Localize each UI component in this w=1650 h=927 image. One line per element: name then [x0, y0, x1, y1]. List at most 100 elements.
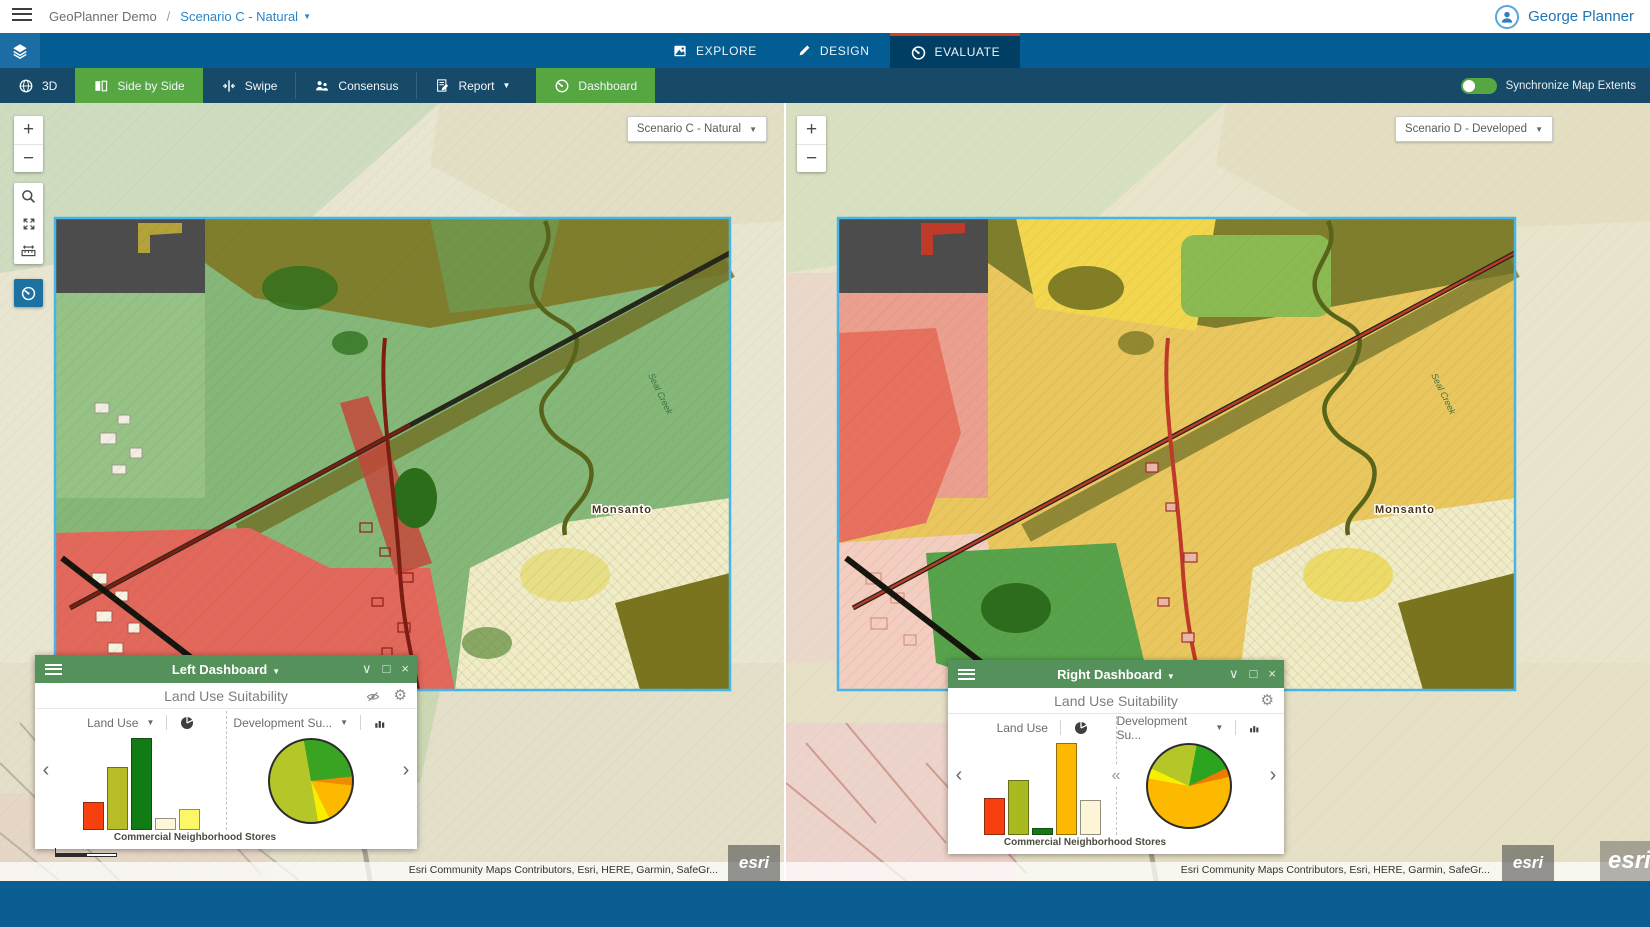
bar-segment	[155, 818, 176, 830]
toggle-knob	[1463, 80, 1475, 92]
swipe-button[interactable]: Swipe	[203, 68, 296, 103]
top-bar: GeoPlanner Demo / Scenario C - Natural ▼…	[0, 0, 1650, 33]
chevron-down-icon[interactable]: ▼	[303, 12, 311, 21]
esri-logo-edge: esri	[1600, 841, 1650, 881]
zoom-out-button[interactable]: −	[14, 144, 43, 172]
pie-chart-icon[interactable]	[179, 715, 195, 731]
search-icon	[20, 188, 37, 205]
breadcrumb-root[interactable]: GeoPlanner Demo	[49, 9, 157, 24]
chevron-down-icon[interactable]: ▼	[340, 718, 348, 727]
bar-chart-icon[interactable]	[1248, 720, 1262, 735]
development-suitability-pie-chart[interactable]	[268, 738, 354, 824]
gear-icon[interactable]: ⚙	[1261, 693, 1274, 708]
land-use-bar-chart[interactable]	[81, 738, 201, 830]
chevron-down-icon[interactable]: ▼	[146, 718, 154, 727]
search-button[interactable]	[14, 183, 43, 210]
zoom-in-button[interactable]: +	[797, 116, 826, 144]
right-scenario-selector[interactable]: Scenario D - Developed ▼	[1395, 116, 1553, 142]
right-map: Monsanto Seal Creek + − Scenario D - Dev…	[786, 103, 1650, 881]
esri-logo: esri	[1502, 845, 1554, 881]
chevron-down-icon: ▼	[272, 667, 280, 676]
breadcrumb-scenario[interactable]: Scenario C - Natural	[180, 9, 298, 24]
globe-icon	[18, 78, 34, 94]
report-icon	[435, 78, 450, 93]
next-chart-button[interactable]: ›	[1262, 714, 1284, 837]
left-dashboard-header[interactable]: Left Dashboard ▼ ∨ □ ×	[35, 655, 417, 683]
chevron-down-icon: ▼	[749, 125, 757, 134]
left-map-tools	[14, 183, 43, 264]
map-dashboard-toggle-button[interactable]	[14, 279, 43, 307]
mode-tabs: EXPLORE DESIGN EVALUATE	[652, 33, 1020, 68]
zoom-out-button[interactable]: −	[797, 144, 826, 172]
pie-chart-icon[interactable]	[1073, 720, 1089, 736]
measure-button[interactable]	[14, 237, 43, 264]
eye-hidden-icon[interactable]	[365, 688, 381, 704]
left-widget-titlebar: Land Use Suitability ⚙	[35, 683, 417, 709]
report-button[interactable]: Report ▼	[417, 68, 528, 103]
left-dashboard-title-text: Left Dashboard	[172, 662, 267, 677]
land-use-chart-panel: Land Use	[970, 714, 1116, 837]
land-use-bar-chart[interactable]	[983, 743, 1103, 835]
bar-chart-icon[interactable]	[373, 715, 388, 730]
chevron-down-icon: ▼	[1167, 672, 1175, 681]
close-button[interactable]: ×	[1268, 666, 1276, 682]
hamburger-icon[interactable]	[958, 669, 975, 680]
window-controls: ∨ □ ×	[1229, 666, 1276, 682]
consensus-button[interactable]: Consensus	[296, 68, 416, 103]
gear-icon[interactable]: ⚙	[394, 688, 407, 703]
maximize-button[interactable]: □	[1250, 666, 1258, 682]
right-widget-titlebar: Land Use Suitability ⚙	[948, 688, 1284, 714]
pencil-icon	[797, 43, 812, 58]
hamburger-icon[interactable]	[45, 664, 62, 675]
development-panel-title[interactable]: Development Su...	[1117, 714, 1208, 742]
full-extent-button[interactable]	[14, 210, 43, 237]
maximize-button[interactable]: □	[383, 661, 391, 677]
attribution-text: Esri Community Maps Contributors, Esri, …	[1181, 864, 1490, 876]
bar-segment	[179, 809, 200, 830]
left-dashboard-title[interactable]: Left Dashboard ▼	[172, 662, 280, 677]
zoom-in-button[interactable]: +	[14, 116, 43, 144]
left-scenario-selector[interactable]: Scenario C - Natural ▼	[627, 116, 767, 142]
bar-segment	[1080, 800, 1101, 835]
geoplanner-app: GeoPlanner Demo / Scenario C - Natural ▼…	[0, 0, 1650, 927]
side-by-side-label: Side by Side	[117, 79, 184, 93]
right-dashboard-header[interactable]: Right Dashboard▼ ∨ □ ×	[948, 660, 1284, 688]
breadcrumb-separator: /	[167, 9, 171, 24]
development-suitability-pie-chart[interactable]	[1146, 743, 1232, 829]
measure-ruler-icon	[20, 242, 37, 259]
previous-chart-button[interactable]: ‹	[948, 714, 970, 837]
collapse-button[interactable]: ∨	[1229, 666, 1239, 682]
side-by-side-button[interactable]: Side by Side	[75, 68, 202, 103]
left-zoom-controls: + −	[14, 116, 43, 172]
development-panel-title[interactable]: Development Su...	[233, 716, 332, 730]
land-use-chart-panel: Land Use ▼	[57, 709, 226, 832]
previous-chart-button[interactable]: ‹	[35, 709, 57, 832]
collapse-button[interactable]: ∨	[362, 661, 372, 677]
user-name[interactable]: George Planner	[1528, 8, 1634, 25]
land-use-panel-title[interactable]: Land Use	[87, 716, 138, 730]
right-zoom-controls: + −	[797, 116, 826, 172]
bar-segment	[1008, 780, 1029, 835]
hamburger-icon	[12, 8, 32, 21]
3d-button[interactable]: 3D	[0, 68, 75, 103]
tab-design[interactable]: DESIGN	[777, 33, 890, 68]
gauge-icon	[20, 285, 37, 302]
land-use-panel-title[interactable]: Land Use	[997, 721, 1048, 735]
person-icon	[1499, 9, 1515, 25]
synchronize-toggle[interactable]	[1461, 78, 1497, 94]
right-widget-title: Land Use Suitability	[1054, 693, 1178, 709]
next-chart-button[interactable]: ›	[395, 709, 417, 832]
tab-explore[interactable]: EXPLORE	[652, 33, 777, 68]
right-dashboard-title[interactable]: Right Dashboard▼	[1057, 667, 1175, 682]
expand-arrows-icon	[21, 216, 37, 232]
main-menu-button[interactable]	[9, 4, 35, 30]
layers-button[interactable]	[0, 33, 40, 68]
close-button[interactable]: ×	[401, 661, 409, 677]
user-avatar[interactable]	[1495, 5, 1519, 29]
development-suitability-chart-panel: Development Su... ▼	[227, 709, 396, 832]
tab-evaluate[interactable]: EVALUATE	[890, 33, 1021, 68]
bar-segment	[107, 767, 128, 830]
gauge-icon	[554, 78, 570, 94]
chevron-down-icon[interactable]: ▼	[1215, 723, 1223, 732]
dashboard-button[interactable]: Dashboard	[536, 68, 655, 103]
